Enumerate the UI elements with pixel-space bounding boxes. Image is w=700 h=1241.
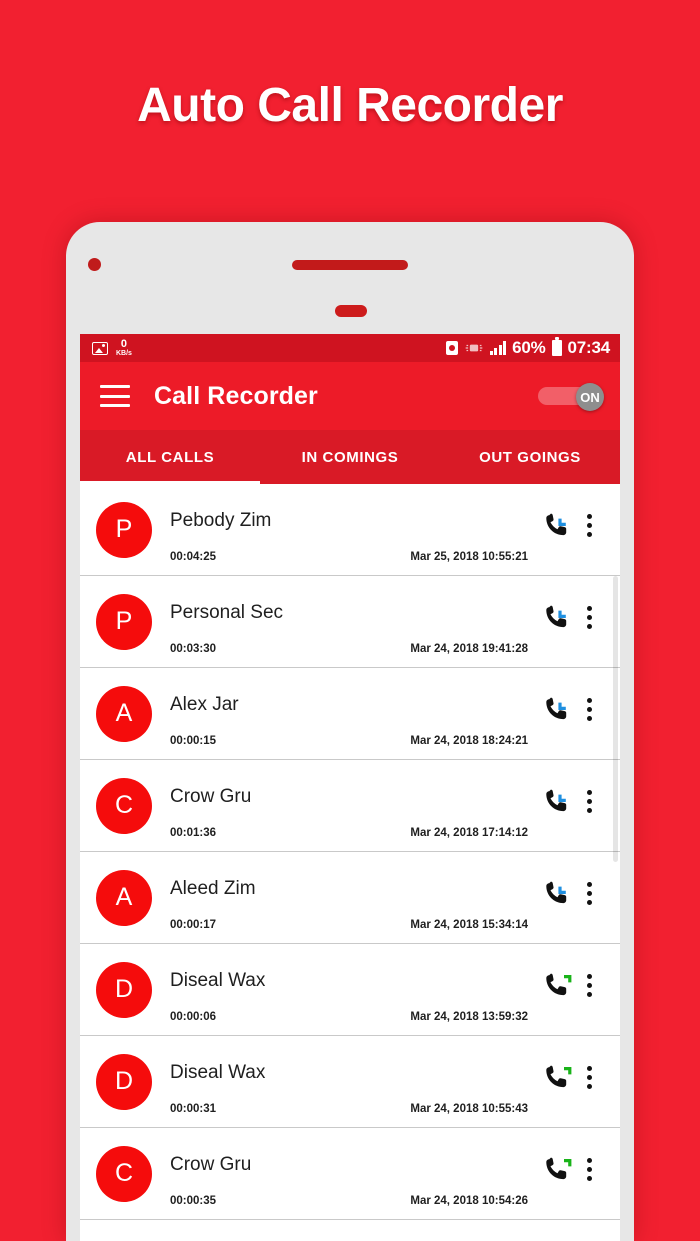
call-duration: 00:01:36 [170, 827, 217, 839]
row-overflow-menu-icon[interactable] [574, 509, 604, 543]
status-bar-clock: 07:34 [567, 338, 611, 357]
tab-all-calls[interactable]: ALL CALLS [80, 430, 260, 484]
call-list-item[interactable]: D Diseal Wax 00:00:31 Mar 24, 2018 10:55:43 [80, 1036, 620, 1128]
tab-label: ALL CALLS [125, 448, 215, 466]
contact-name: Diseal Wax [170, 970, 266, 991]
avatar: C [96, 1145, 152, 1202]
call-details: Pebody Zim 00:04:25 Mar 25, 2018 10:55:21 [170, 484, 534, 575]
avatar: D [96, 961, 152, 1018]
incoming-call-icon[interactable] [540, 785, 574, 819]
network-speed-value: 0 [120, 338, 128, 350]
call-list-item[interactable]: A Alex Jar 00:00:15 Mar 24, 2018 18:24:21 [80, 668, 620, 760]
hamburger-menu-icon[interactable] [100, 385, 130, 407]
network-speed-unit: KB/s [116, 350, 132, 357]
app-bar: Call Recorder ON [80, 362, 620, 430]
avatar: A [96, 685, 152, 742]
outgoing-call-icon[interactable] [540, 1153, 574, 1187]
battery-percent-label: 60% [512, 338, 546, 357]
toggle-thumb-label: ON [576, 383, 604, 411]
call-datetime: Mar 25, 2018 10:55:21 [410, 551, 528, 563]
call-details: Crow Gru 00:00:35 Mar 24, 2018 10:54:26 [170, 1128, 534, 1219]
call-duration: 00:03:30 [170, 643, 217, 655]
incoming-call-icon[interactable] [540, 693, 574, 727]
incoming-call-icon[interactable] [540, 877, 574, 911]
contact-name: Pebody Zim [170, 510, 272, 531]
outgoing-call-icon[interactable] [540, 1061, 574, 1095]
tab-in-comings[interactable]: IN COMINGS [260, 430, 440, 484]
contact-name: Crow Gru [170, 1154, 252, 1175]
alarm-icon [445, 341, 458, 355]
contact-name: Crow Gru [170, 786, 252, 807]
vibrate-icon [465, 344, 482, 352]
row-overflow-menu-icon[interactable] [574, 693, 604, 727]
row-overflow-menu-icon[interactable] [574, 785, 604, 819]
call-datetime: Mar 24, 2018 15:34:14 [410, 919, 528, 931]
sensor-slot [335, 305, 367, 317]
call-datetime: Mar 24, 2018 18:24:21 [410, 735, 528, 747]
recording-toggle-switch[interactable]: ON [538, 383, 604, 411]
call-details: Personal Sec 00:03:30 Mar 24, 2018 19:41:2… [170, 576, 534, 667]
avatar: A [96, 869, 152, 926]
image-icon [92, 341, 108, 355]
call-list-item[interactable]: A Aleed Zim 00:00:17 Mar 24, 2018 15:34:14 [80, 852, 620, 944]
call-list-item[interactable]: D Diseal Wax 00:00:06 Mar 24, 2018 13:59:32 [80, 944, 620, 1036]
tab-out-goings[interactable]: OUT GOINGS [440, 430, 620, 484]
call-details: Crow Gru 00:01:36 Mar 24, 2018 17:14:12 [170, 760, 534, 851]
row-overflow-menu-icon[interactable] [574, 1153, 604, 1187]
incoming-call-icon[interactable] [540, 509, 574, 543]
call-duration: 00:00:17 [170, 919, 217, 931]
list-scrollbar[interactable] [613, 576, 618, 862]
call-list-item[interactable]: C Crow Gru 00:00:35 Mar 24, 2018 10:54:26 [80, 1128, 620, 1220]
call-datetime: Mar 24, 2018 10:55:43 [410, 1103, 528, 1115]
avatar: C [96, 777, 152, 834]
call-details: Diseal Wax 00:00:06 Mar 24, 2018 13:59:32 [170, 944, 534, 1035]
status-bar-right: 60% 07:34 [445, 337, 611, 358]
earpiece-speaker [292, 260, 408, 270]
call-datetime: Mar 24, 2018 19:41:28 [410, 643, 528, 655]
tab-label: OUT GOINGS [479, 448, 581, 466]
tab-bar: ALL CALLS IN COMINGS OUT GOINGS [80, 430, 620, 484]
row-overflow-menu-icon[interactable] [574, 1061, 604, 1095]
contact-name: Aleed Zim [170, 878, 256, 899]
phone-screen: 0 KB/s 60% 07:34 Call Recorder ON ALL CA… [80, 334, 620, 1241]
tab-label: IN COMINGS [301, 448, 399, 466]
avatar: D [96, 1053, 152, 1110]
row-overflow-menu-icon[interactable] [574, 877, 604, 911]
call-list-item[interactable]: C Crow Gru 00:01:36 Mar 24, 2018 17:14:12 [80, 760, 620, 852]
call-datetime: Mar 24, 2018 17:14:12 [410, 827, 528, 839]
call-duration: 00:00:06 [170, 1011, 217, 1023]
status-bar: 0 KB/s 60% 07:34 [80, 334, 620, 362]
row-overflow-menu-icon[interactable] [574, 969, 604, 1003]
call-details: Diseal Wax 00:00:31 Mar 24, 2018 10:55:43 [170, 1036, 534, 1127]
call-duration: 00:04:25 [170, 551, 217, 563]
call-duration: 00:00:31 [170, 1103, 217, 1115]
contact-name: Diseal Wax [170, 1062, 266, 1083]
avatar: P [96, 593, 152, 650]
call-datetime: Mar 24, 2018 13:59:32 [410, 1011, 528, 1023]
row-overflow-menu-icon[interactable] [574, 601, 604, 635]
call-list-item[interactable]: P Personal Sec 00:03:30 Mar 24, 2018 19:41:… [80, 576, 620, 668]
call-details: Aleed Zim 00:00:17 Mar 24, 2018 15:34:14 [170, 852, 534, 943]
front-camera-icon [88, 258, 101, 271]
outgoing-call-icon[interactable] [540, 969, 574, 1003]
battery-icon [551, 337, 562, 356]
app-title: Call Recorder [154, 381, 318, 410]
call-list-item[interactable]: P Pebody Zim 00:04:25 Mar 25, 2018 10:55:21 [80, 484, 620, 576]
call-duration: 00:00:15 [170, 735, 217, 747]
network-speed-indicator: 0 KB/s [116, 338, 132, 358]
signal-strength-icon [489, 341, 507, 355]
call-datetime: Mar 24, 2018 10:54:26 [410, 1195, 528, 1207]
call-details: Alex Jar 00:00:15 Mar 24, 2018 18:24:21 [170, 668, 534, 759]
contact-name: Personal Sec [170, 602, 284, 623]
call-list: P Pebody Zim 00:04:25 Mar 25, 2018 10:55:21… [80, 484, 620, 1241]
page-title: Auto Call Recorder [137, 79, 563, 132]
contact-name: Alex Jar [170, 694, 239, 715]
call-duration: 00:00:35 [170, 1195, 217, 1207]
status-bar-left: 0 KB/s [92, 339, 132, 357]
avatar: P [96, 501, 152, 558]
incoming-call-icon[interactable] [540, 601, 574, 635]
